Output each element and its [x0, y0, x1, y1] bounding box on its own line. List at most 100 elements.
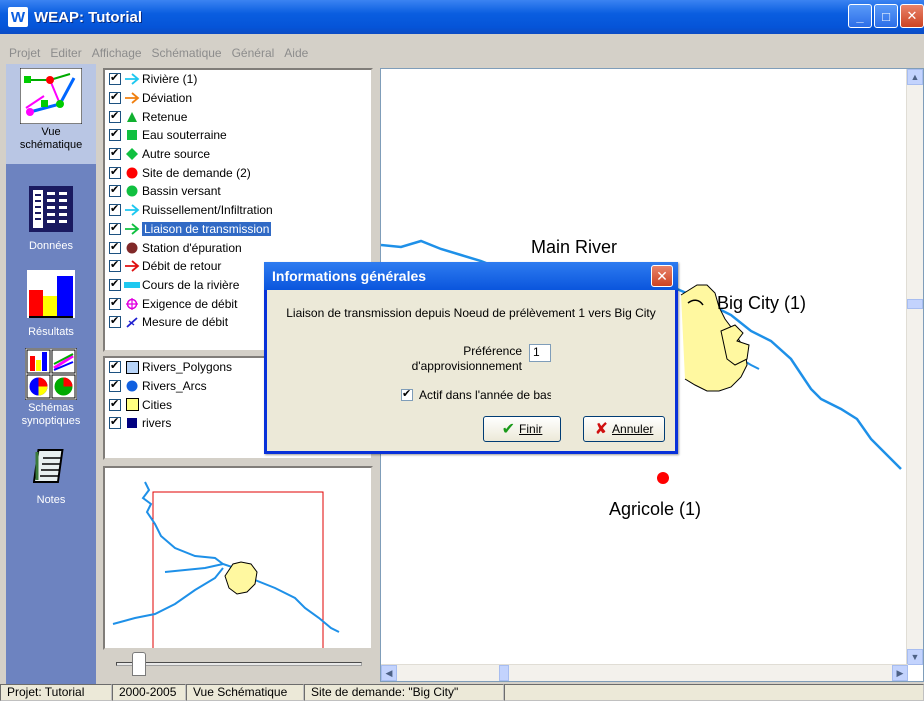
- maximize-button[interactable]: □: [874, 4, 898, 28]
- legend-item-checkbox[interactable]: [109, 296, 121, 310]
- legend-item-checkbox[interactable]: [109, 202, 121, 217]
- legend-item-row[interactable]: Retenue: [105, 107, 371, 126]
- legend-item-checkbox[interactable]: [109, 146, 121, 161]
- menu-projet[interactable]: Projet: [4, 44, 45, 64]
- legend-item-label: Exigence de débit: [142, 296, 238, 311]
- scroll-down-button[interactable]: ▼: [907, 649, 923, 665]
- legend-item-checkbox[interactable]: [109, 258, 121, 273]
- legend-item-checkbox[interactable]: [109, 240, 121, 254]
- nav-overviews[interactable]: Schémas synoptiques: [6, 344, 96, 444]
- scroll-left-button[interactable]: ◀: [381, 665, 397, 681]
- layer-item-checkbox[interactable]: [109, 378, 121, 393]
- nav-label-notes: Notes: [36, 494, 66, 506]
- layer-item-checkbox[interactable]: [109, 415, 121, 430]
- checkmark-icon: ✔: [501, 421, 516, 438]
- status-project: Projet: Tutorial: [0, 684, 112, 701]
- arrow-cyan-icon: [124, 72, 140, 86]
- close-window-button[interactable]: ✕: [900, 4, 924, 28]
- arrow-orange-icon: [124, 91, 140, 105]
- overviews-icon: [25, 348, 77, 400]
- menu-general[interactable]: Général: [227, 44, 280, 64]
- legend-item-label: Rivière (1): [142, 72, 198, 87]
- legend-item-row[interactable]: Bassin versant: [105, 182, 371, 201]
- nav-notes[interactable]: Notes: [6, 442, 96, 542]
- bar-cyan-icon: [124, 278, 140, 292]
- overview-minimap[interactable]: [103, 466, 373, 650]
- legend-item-checkbox[interactable]: [109, 109, 121, 123]
- active-base-year-checkbox[interactable]: [401, 388, 413, 401]
- layer-item-label: Rivers_Arcs: [142, 379, 207, 394]
- menu-schematique[interactable]: Schématique: [147, 44, 227, 64]
- circle-blue-icon: [124, 379, 140, 393]
- map-horizontal-scrollbar[interactable]: ◀ ▶: [381, 664, 908, 681]
- scroll-thumb-vertical[interactable]: [907, 299, 923, 309]
- map-vertical-scrollbar[interactable]: ▲ ▼: [906, 69, 923, 665]
- finish-button[interactable]: ✔ Finir: [483, 416, 561, 442]
- minimap-drawing: [112, 481, 340, 648]
- legend-item-row[interactable]: Liaison de transmission: [105, 220, 371, 239]
- legend-item-checkbox[interactable]: [109, 165, 121, 179]
- legend-item-label: Station d'épuration: [142, 240, 242, 255]
- circle-brown-icon: [124, 241, 140, 255]
- menu-affichage[interactable]: Affichage: [87, 44, 147, 64]
- legend-item-label: Mesure de débit: [142, 315, 229, 330]
- square-green-icon: [124, 128, 140, 142]
- layer-item-checkbox[interactable]: [109, 397, 121, 411]
- nav-data[interactable]: Données: [6, 176, 96, 276]
- nav-label-schematic: Vue schématique: [19, 126, 83, 151]
- dialog-close-icon[interactable]: ✕: [651, 265, 673, 287]
- legend-item-checkbox[interactable]: [109, 127, 121, 142]
- triangle-green-icon: [124, 110, 140, 124]
- layer-item-checkbox[interactable]: [109, 359, 121, 374]
- menu-bar: Projet Editer Affichage Schématique Géné…: [0, 44, 313, 64]
- gauge-blue-icon: [124, 315, 140, 329]
- scroll-right-button[interactable]: ▶: [892, 665, 908, 681]
- general-info-dialog: Informations générales ✕ Liaison de tran…: [264, 262, 678, 454]
- legend-item-row[interactable]: Déviation: [105, 89, 371, 108]
- legend-item-checkbox[interactable]: [109, 71, 121, 86]
- menu-aide[interactable]: Aide: [279, 44, 313, 64]
- circle-red-icon: [124, 166, 140, 180]
- legend-item-checkbox[interactable]: [109, 277, 121, 291]
- supply-preference-input[interactable]: 1: [529, 344, 551, 362]
- menu-editer[interactable]: Editer: [45, 44, 86, 64]
- flow-req-magenta-icon: [124, 297, 140, 311]
- legend-item-checkbox[interactable]: [109, 183, 121, 198]
- cancel-button[interactable]: ✘ Annuler: [583, 416, 665, 442]
- legend-item-row[interactable]: Site de demande (2): [105, 163, 371, 182]
- legend-item-row[interactable]: Rivière (1): [105, 70, 371, 89]
- dialog-title: Informations générales: [272, 268, 427, 284]
- scroll-up-button[interactable]: ▲: [907, 69, 923, 85]
- timeline-slider-thumb[interactable]: [132, 652, 146, 676]
- legend-item-row[interactable]: Station d'épuration: [105, 238, 371, 257]
- nav-schematic-view[interactable]: Vue schématique: [6, 64, 96, 164]
- square-yellow-icon: [124, 398, 140, 412]
- timeline-slider-track[interactable]: [116, 662, 362, 666]
- weap-app-icon: W: [8, 7, 28, 27]
- dialog-description: Liaison de transmission depuis Noeud de …: [286, 306, 656, 320]
- scroll-thumb-horizontal[interactable]: [499, 665, 509, 681]
- active-base-year-label: Actif dans l'année de base: [419, 388, 551, 402]
- legend-item-row[interactable]: Autre source: [105, 145, 371, 164]
- status-view: Vue Schématique: [186, 684, 304, 701]
- finish-button-label: Finir: [519, 422, 543, 436]
- legend-item-label: Autre source: [142, 147, 211, 162]
- legend-item-label: Eau souterraine: [142, 128, 227, 143]
- legend-item-checkbox[interactable]: [109, 314, 121, 329]
- active-base-year-row[interactable]: Actif dans l'année de base: [401, 388, 551, 402]
- legend-item-row[interactable]: Eau souterraine: [105, 126, 371, 145]
- nav-label-data: Données: [28, 240, 74, 252]
- legend-item-label: Retenue: [142, 109, 188, 124]
- legend-item-checkbox[interactable]: [109, 221, 121, 235]
- circle-green-icon: [124, 184, 140, 198]
- legend-item-label: Liaison de transmission: [142, 221, 272, 236]
- results-icon: [27, 270, 75, 318]
- status-bar: Projet: Tutorial 2000-2005 Vue Schématiq…: [0, 684, 924, 701]
- legend-item-checkbox[interactable]: [109, 90, 121, 105]
- legend-item-row[interactable]: Ruissellement/Infiltration: [105, 201, 371, 220]
- supply-preference-label: Préférence d'approvisionnement: [411, 344, 522, 373]
- legend-item-label: Site de demande (2): [142, 165, 251, 180]
- minimize-button[interactable]: _: [848, 4, 872, 28]
- arrow-green-icon: [124, 222, 140, 236]
- legend-item-label: Débit de retour: [142, 259, 222, 274]
